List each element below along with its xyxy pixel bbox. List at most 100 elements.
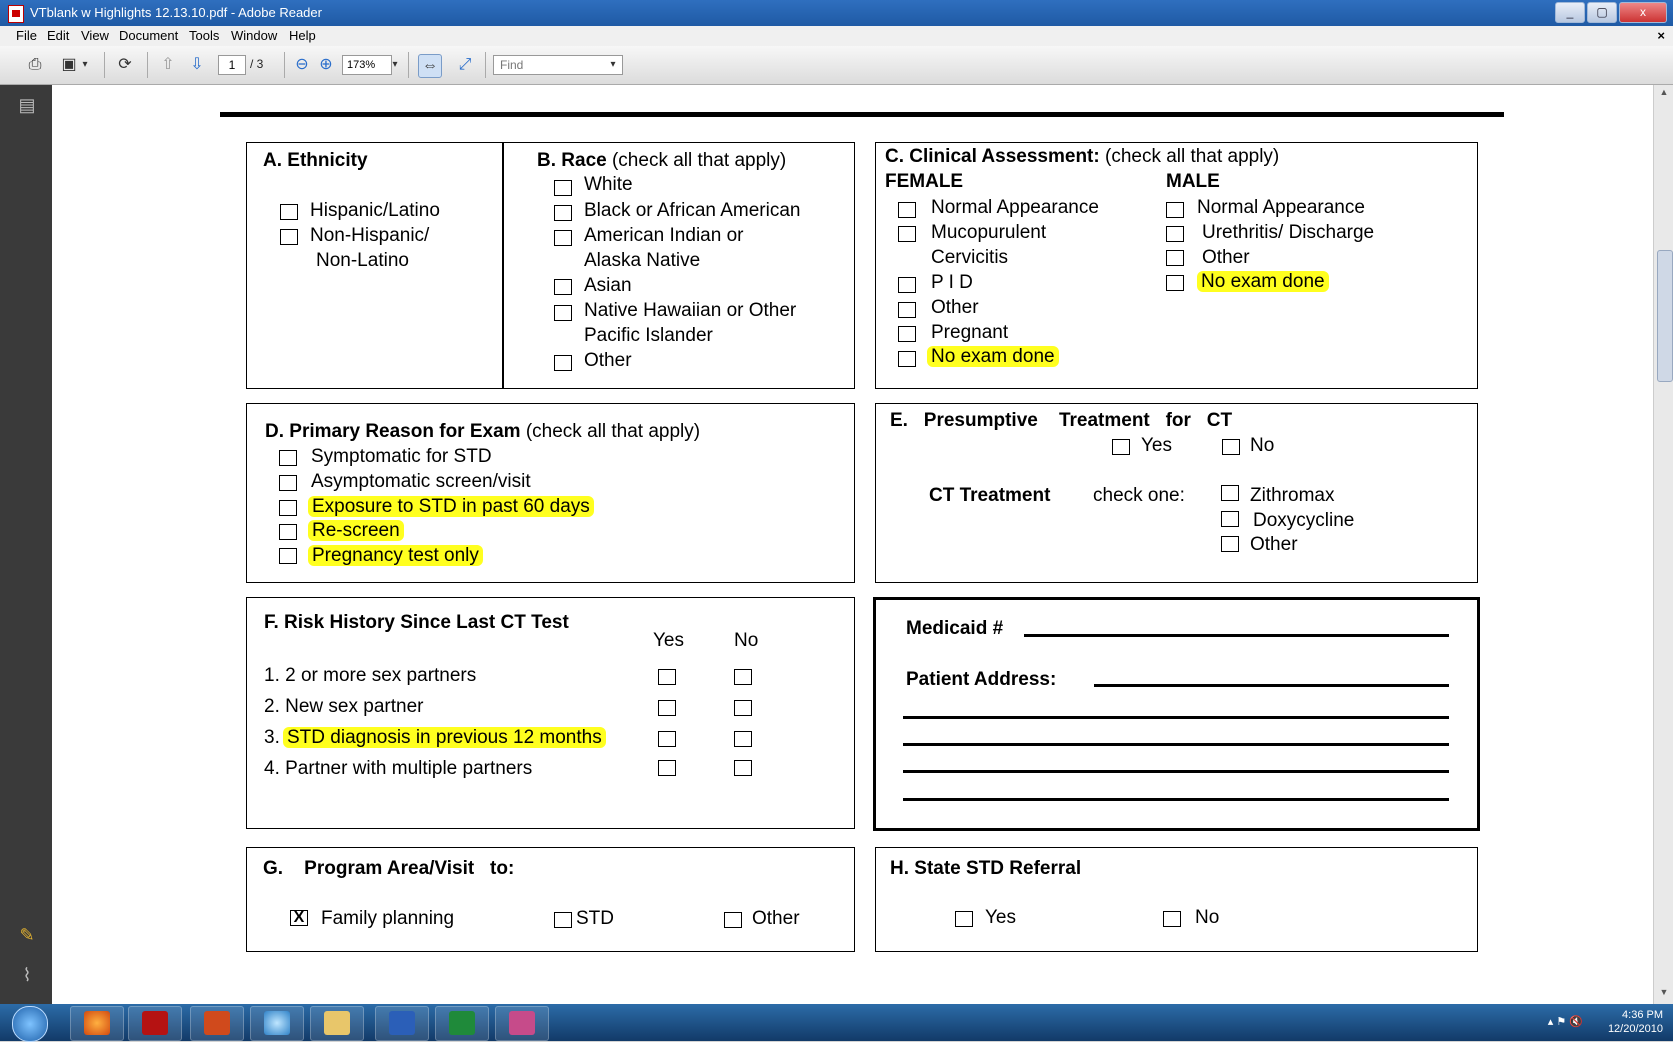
checkbox-male-no-exam[interactable] [1166,275,1184,291]
previous-page-icon[interactable]: ⇧ [157,54,179,76]
clock[interactable]: 4:36 PM 12/20/2010 [1608,1008,1663,1036]
checkbox-zithromax[interactable] [1221,485,1239,501]
taskbar-excel[interactable] [435,1006,489,1041]
header-rule [220,112,1504,117]
checkbox-female-normal[interactable] [898,202,916,218]
checkbox-male-normal[interactable] [1166,202,1184,218]
start-button[interactable] [12,1006,48,1042]
check-one-label: check one: [1093,485,1185,506]
checkbox-black[interactable] [554,205,572,221]
menu-help[interactable]: Help [289,28,316,43]
save-icon[interactable]: ▣ [58,54,80,76]
menu-edit[interactable]: Edit [47,28,69,43]
checkbox-asymptomatic[interactable] [279,475,297,491]
scrollbar-thumb[interactable] [1657,250,1673,382]
minimize-button[interactable]: _ [1555,2,1585,23]
fit-page-icon[interactable]: ⤢ [454,54,476,76]
address-line-1[interactable] [1094,684,1449,687]
save-dropdown-icon[interactable]: ▾ [78,54,92,76]
page-number-input[interactable]: 1 [218,55,246,75]
checkbox-risk-2-no[interactable] [734,700,752,716]
taskbar-word[interactable] [375,1006,429,1041]
taskbar-powerpoint[interactable] [190,1006,244,1041]
menu-file[interactable]: File [16,28,37,43]
share-icon[interactable]: ⟳ [114,54,136,76]
checkbox-presumptive-yes[interactable] [1112,439,1130,455]
checkbox-female-pid[interactable] [898,277,916,293]
clock-time: 4:36 PM [1622,1009,1663,1021]
checkbox-program-other[interactable] [724,912,742,928]
checkbox-referral-yes[interactable] [955,911,973,927]
address-line-2[interactable] [903,716,1449,719]
attachments-icon[interactable]: ⌇ [16,965,38,987]
checkbox-female-no-exam[interactable] [898,351,916,367]
checkbox-symptomatic[interactable] [279,450,297,466]
checkbox-american-indian[interactable] [554,230,572,246]
find-input[interactable]: Find [493,55,623,75]
close-document-button[interactable]: × [1657,28,1665,43]
zoom-in-icon[interactable]: ⊕ [315,54,337,76]
checkbox-female-other[interactable] [898,302,916,318]
print-icon[interactable]: ⎙ [24,54,46,76]
male-normal: Normal Appearance [1197,197,1365,218]
taskbar-ie[interactable] [250,1006,304,1041]
address-line-5[interactable] [903,798,1449,801]
checkbox-white[interactable] [554,180,572,196]
menu-view[interactable]: View [81,28,109,43]
find-dropdown-icon[interactable]: ▾ [606,54,620,76]
close-window-button[interactable]: x [1619,2,1667,23]
checkbox-race-other[interactable] [554,355,572,371]
menu-bar: File Edit View Document Tools Window Hel… [0,26,1673,46]
checkbox-female-pregnant[interactable] [898,326,916,342]
scroll-up-icon[interactable]: ▲ [1657,87,1671,101]
address-line-3[interactable] [903,743,1449,746]
menu-document[interactable]: Document [119,28,178,43]
checkbox-risk-1-yes[interactable] [658,669,676,685]
comments-icon[interactable]: ✎ [16,925,38,947]
system-tray-icons[interactable]: ▴ ⚑ 🔇 [1548,1015,1583,1028]
address-line-4[interactable] [903,770,1449,773]
checkbox-male-other[interactable] [1166,250,1184,266]
checkbox-female-mucopurulent[interactable] [898,226,916,242]
checkbox-referral-no[interactable] [1163,911,1181,927]
zoom-level-select[interactable]: 173% [342,55,392,75]
fit-width-icon[interactable]: ⇔ [418,54,442,78]
checkbox-risk-3-no[interactable] [734,731,752,747]
checkbox-risk-4-yes[interactable] [658,760,676,776]
taskbar-app[interactable] [495,1006,549,1041]
checkbox-hispanic[interactable] [280,204,298,220]
checkbox-std[interactable] [554,912,572,928]
checkbox-risk-4-no[interactable] [734,760,752,776]
checkbox-risk-1-no[interactable] [734,669,752,685]
checkbox-male-urethritis[interactable] [1166,226,1184,242]
option-pregnancy-test: Pregnancy test only [308,545,483,567]
menu-tools[interactable]: Tools [189,28,219,43]
checkbox-asian[interactable] [554,279,572,295]
taskbar-explorer[interactable] [310,1006,364,1041]
checkbox-non-hispanic[interactable] [280,229,298,245]
taskbar-firefox[interactable] [70,1006,124,1041]
checkbox-exposure[interactable] [279,500,297,516]
restore-button[interactable]: ▢ [1587,2,1617,23]
checkbox-native-hawaiian[interactable] [554,305,572,321]
medicaid-line[interactable] [1024,634,1449,637]
pages-icon[interactable]: ▤ [16,95,38,117]
menu-window[interactable]: Window [231,28,277,43]
vertical-scrollbar[interactable]: ▲ ▼ [1653,85,1673,1004]
checkbox-pregnancy-test[interactable] [279,548,297,564]
next-page-icon[interactable]: ⇩ [186,54,208,76]
option-program-other: Other [752,908,800,929]
patient-address-label: Patient Address: [906,669,1057,690]
checkbox-ct-other[interactable] [1221,536,1239,552]
option-race-other: Other [584,350,632,371]
checkbox-risk-2-yes[interactable] [658,700,676,716]
taskbar-adobe-reader[interactable] [128,1006,182,1041]
checkbox-rescreen[interactable] [279,524,297,540]
checkbox-doxycycline[interactable] [1221,511,1239,527]
zoom-dropdown-icon[interactable]: ▾ [388,54,402,76]
scroll-down-icon[interactable]: ▼ [1657,987,1671,1001]
checkbox-presumptive-no[interactable] [1222,439,1240,455]
zoom-out-icon[interactable]: ⊖ [291,54,313,76]
checkbox-family-planning[interactable]: X [290,910,308,926]
checkbox-risk-3-yes[interactable] [658,731,676,747]
